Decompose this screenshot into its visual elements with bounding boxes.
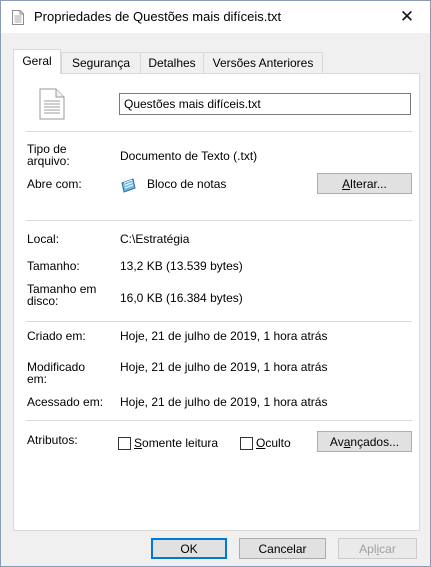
text-document-icon [39,88,65,120]
file-type-label: Tipo de arquivo: [27,142,70,168]
accessed-value: Hoje, 21 de julho de 2019, 1 hora atrás [120,395,328,409]
tab-detalhes[interactable]: Detalhes [140,52,204,73]
created-label: Criado em: [27,329,86,343]
text-document-icon [12,10,24,25]
cancel-button[interactable]: Cancelar [239,538,326,559]
size-on-disk-label: Tamanho em disco: [27,282,97,308]
ok-button[interactable]: OK [151,538,227,559]
apply-button-label-end: car [379,542,396,556]
size-on-disk-value: 16,0 KB (16.384 bytes) [120,291,243,305]
apply-button-label-start: Apl [359,542,377,556]
file-type-value: Documento de Texto (.txt) [120,149,258,163]
modified-value: Hoje, 21 de julho de 2019, 1 hora atrás [120,360,328,374]
readonly-label[interactable]: Somente leitura [134,437,218,450]
separator [26,220,412,221]
advanced-button-label-start: Av [329,435,344,449]
created-value: Hoje, 21 de julho de 2019, 1 hora atrás [120,329,328,343]
change-button[interactable]: Alterar... [317,173,412,194]
tab-geral[interactable]: Geral [13,49,61,74]
change-button-mnemonic: A [342,177,351,191]
readonly-text: omente leitura [142,436,219,450]
accessed-label: Acessado em: [27,395,104,409]
attributes-label: Atributos: [27,433,78,447]
filename-field[interactable]: Questões mais difíceis.txt [119,93,411,115]
close-icon: ✕ [399,7,415,26]
tab-versoes-anteriores[interactable]: Versões Anteriores [203,52,323,73]
notepad-icon [120,177,137,193]
hidden-checkbox[interactable] [240,437,253,450]
readonly-checkbox[interactable] [118,437,131,450]
separator [26,321,412,322]
advanced-button-label-end: nçados... [350,435,400,449]
size-label: Tamanho: [27,259,80,273]
hidden-mnemonic: O [256,436,266,450]
separator [26,131,412,132]
readonly-mnemonic: S [134,436,143,450]
tab-seguranca[interactable]: Segurança [61,52,141,73]
location-value: C:\Estratégia [120,232,190,246]
title-bar[interactable]: Propriedades de Questões mais difíceis.t… [1,1,430,33]
change-button-label: lterar... [350,177,387,191]
opens-with-label: Abre com: [27,177,82,191]
opens-with-value: Bloco de notas [147,177,227,191]
hidden-text: culto [265,436,291,450]
advanced-button[interactable]: Avançados... [317,431,412,452]
location-label: Local: [27,232,60,246]
size-value: 13,2 KB (13.539 bytes) [120,259,243,273]
close-button[interactable]: ✕ [384,1,430,33]
general-panel: Questões mais difíceis.txt Tipo de arqui… [13,73,420,531]
hidden-label[interactable]: Oculto [256,437,291,450]
properties-dialog: Propriedades de Questões mais difíceis.t… [0,0,431,567]
modified-label: Modificado em: [27,360,86,386]
window-title: Propriedades de Questões mais difíceis.t… [34,9,282,24]
apply-button[interactable]: Aplicar [338,538,417,559]
separator [26,420,412,421]
